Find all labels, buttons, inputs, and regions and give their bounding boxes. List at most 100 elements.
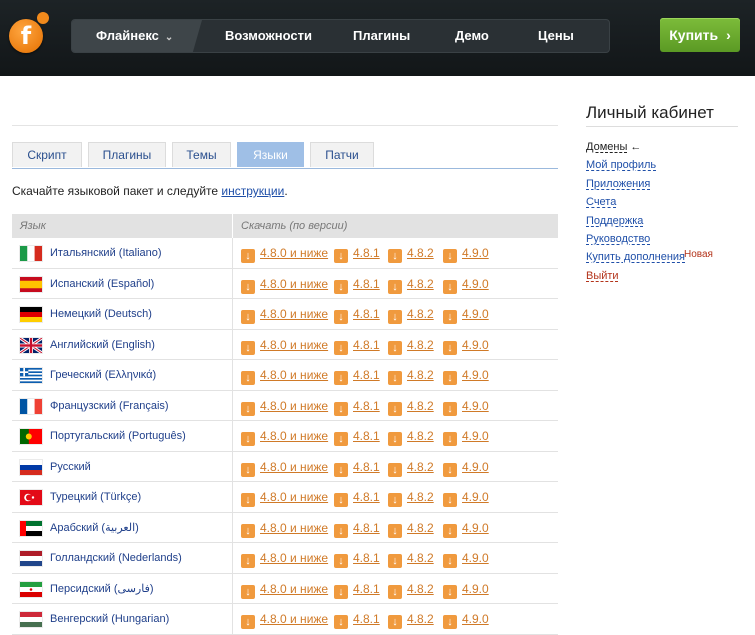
- download-link-v481[interactable]: ↓ 4.8.1: [334, 269, 380, 299]
- download-link-v482[interactable]: ↓ 4.8.2: [388, 574, 434, 604]
- nav-prices[interactable]: Цены: [538, 20, 574, 52]
- version-label: 4.8.0 и ниже: [260, 398, 329, 413]
- sidebar-item-my-profile[interactable]: Мой профиль: [586, 159, 656, 171]
- download-link-v481[interactable]: ↓ 4.8.1: [334, 360, 380, 390]
- download-link-v480[interactable]: ↓ 4.8.0 и ниже: [241, 238, 328, 268]
- sidebar-item-guide[interactable]: Руководство: [586, 233, 650, 245]
- intro-text: Скачайте языковой пакет и следуйте инстр…: [12, 184, 288, 198]
- instructions-link[interactable]: инструкции: [221, 184, 284, 198]
- download-link-v481[interactable]: ↓ 4.8.1: [334, 299, 380, 329]
- download-link-v482[interactable]: ↓ 4.8.2: [388, 482, 434, 512]
- download-link-v490[interactable]: ↓ 4.9.0: [443, 574, 489, 604]
- arrow-left-icon: ←: [630, 141, 642, 153]
- download-link-v481[interactable]: ↓ 4.8.1: [334, 543, 380, 573]
- download-link-v481[interactable]: ↓ 4.8.1: [334, 604, 380, 634]
- download-link-v482[interactable]: ↓ 4.8.2: [388, 604, 434, 634]
- tab-script[interactable]: Скрипт: [12, 142, 82, 167]
- download-icon: ↓: [241, 249, 255, 263]
- download-link-v480[interactable]: ↓ 4.8.0 и ниже: [241, 482, 328, 512]
- version-label: 4.9.0: [462, 368, 489, 382]
- column-divider: [232, 238, 233, 268]
- version-label: 4.9.0: [462, 459, 489, 474]
- download-link-v481[interactable]: ↓ 4.8.1: [334, 482, 380, 512]
- download-icon: ↓: [388, 462, 402, 477]
- chevron-right-icon: ›: [726, 27, 731, 43]
- sidebar-item-buy-addons[interactable]: Купить дополнения: [586, 251, 685, 263]
- language-name: Английский (English): [50, 338, 155, 351]
- sidebar-divider: [586, 126, 738, 127]
- download-link-v490[interactable]: ↓ 4.9.0: [443, 513, 489, 543]
- sidebar-item-logout[interactable]: Выйти: [586, 270, 619, 282]
- download-link-v480[interactable]: ↓ 4.8.0 и ниже: [241, 452, 328, 482]
- download-link-v490[interactable]: ↓ 4.9.0: [443, 238, 489, 268]
- product-dropdown[interactable]: Флайнекс ⌄: [72, 20, 202, 52]
- flag-ru-icon: [20, 459, 42, 475]
- nav-plugins[interactable]: Плагины: [353, 20, 410, 52]
- download-link-v482[interactable]: ↓ 4.8.2: [388, 238, 434, 268]
- download-icon: ↓: [334, 523, 348, 538]
- column-divider: [232, 573, 233, 603]
- download-link-v490[interactable]: ↓ 4.9.0: [443, 360, 489, 390]
- nav-features[interactable]: Возможности: [225, 20, 312, 52]
- download-link-v480[interactable]: ↓ 4.8.0 и ниже: [241, 513, 328, 543]
- download-link-v480[interactable]: ↓ 4.8.0 и ниже: [241, 269, 328, 299]
- download-link-v480[interactable]: ↓ 4.8.0 и ниже: [241, 330, 328, 360]
- download-icon: ↓: [443, 310, 457, 324]
- download-link-v481[interactable]: ↓ 4.8.1: [334, 330, 380, 360]
- download-link-v482[interactable]: ↓ 4.8.2: [388, 543, 434, 573]
- column-divider: [232, 512, 233, 542]
- download-link-v490[interactable]: ↓ 4.9.0: [443, 543, 489, 573]
- language-name: Греческий (Ελληνικά): [50, 369, 157, 381]
- download-link-v482[interactable]: ↓ 4.8.2: [388, 513, 434, 543]
- sidebar-item-support[interactable]: Поддержка: [586, 215, 643, 227]
- download-link-v482[interactable]: ↓ 4.8.2: [388, 452, 434, 482]
- table-row: Португальский (Português) ↓ 4.8.0 и ниже ↓ 4…: [12, 421, 558, 452]
- download-link-v481[interactable]: ↓ 4.8.1: [334, 574, 380, 604]
- tab-patches[interactable]: Патчи: [310, 142, 374, 167]
- download-icon: ↓: [443, 279, 457, 294]
- tab-themes[interactable]: Темы: [172, 142, 231, 167]
- version-label: 4.8.2: [407, 581, 434, 596]
- download-link-v480[interactable]: ↓ 4.8.0 и ниже: [241, 391, 328, 421]
- download-link-v480[interactable]: ↓ 4.8.0 и ниже: [241, 574, 328, 604]
- download-link-v481[interactable]: ↓ 4.8.1: [334, 513, 380, 543]
- download-link-v490[interactable]: ↓ 4.9.0: [443, 604, 489, 634]
- download-link-v482[interactable]: ↓ 4.8.2: [388, 299, 434, 329]
- download-link-v481[interactable]: ↓ 4.8.1: [334, 238, 380, 268]
- download-link-v480[interactable]: ↓ 4.8.0 и ниже: [241, 604, 328, 634]
- language-name: Итальянский (Italiano): [50, 247, 162, 259]
- download-link-v480[interactable]: ↓ 4.8.0 и ниже: [241, 299, 328, 329]
- tab-plugins[interactable]: Плагины: [88, 142, 166, 167]
- download-link-v480[interactable]: ↓ 4.8.0 и ниже: [241, 421, 328, 451]
- download-link-v482[interactable]: ↓ 4.8.2: [388, 269, 434, 299]
- download-link-v480[interactable]: ↓ 4.8.0 и ниже: [241, 360, 328, 390]
- download-link-v490[interactable]: ↓ 4.9.0: [443, 482, 489, 512]
- download-link-v481[interactable]: ↓ 4.8.1: [334, 452, 380, 482]
- flag-ae-icon: [20, 520, 42, 536]
- download-link-v481[interactable]: ↓ 4.8.1: [334, 391, 380, 421]
- download-link-v482[interactable]: ↓ 4.8.2: [388, 421, 434, 451]
- sidebar-item-invoices[interactable]: Счета: [586, 196, 616, 208]
- download-icon: ↓: [388, 432, 402, 446]
- version-label: 4.8.1: [353, 368, 380, 382]
- sidebar-item-domains[interactable]: Домены ←: [586, 141, 641, 153]
- version-label: 4.8.1: [353, 246, 380, 260]
- download-link-v481[interactable]: ↓ 4.8.1: [334, 421, 380, 451]
- download-link-v490[interactable]: ↓ 4.9.0: [443, 391, 489, 421]
- version-label: 4.8.2: [407, 429, 434, 443]
- flag-gr-icon: [20, 368, 42, 383]
- download-link-v490[interactable]: ↓ 4.9.0: [443, 299, 489, 329]
- download-link-v480[interactable]: ↓ 4.8.0 и ниже: [241, 543, 328, 573]
- nav-demo[interactable]: Демо: [455, 20, 489, 52]
- download-link-v482[interactable]: ↓ 4.8.2: [388, 330, 434, 360]
- tab-languages[interactable]: Языки: [237, 142, 304, 167]
- version-label: 4.9.0: [462, 551, 489, 565]
- download-link-v490[interactable]: ↓ 4.9.0: [443, 421, 489, 451]
- download-link-v482[interactable]: ↓ 4.8.2: [388, 391, 434, 421]
- download-link-v482[interactable]: ↓ 4.8.2: [388, 360, 434, 390]
- download-link-v490[interactable]: ↓ 4.9.0: [443, 269, 489, 299]
- download-link-v490[interactable]: ↓ 4.9.0: [443, 452, 489, 482]
- sidebar-item-applications[interactable]: Приложения: [586, 178, 650, 190]
- download-link-v490[interactable]: ↓ 4.9.0: [443, 330, 489, 360]
- buy-button[interactable]: Купить ›: [660, 18, 740, 52]
